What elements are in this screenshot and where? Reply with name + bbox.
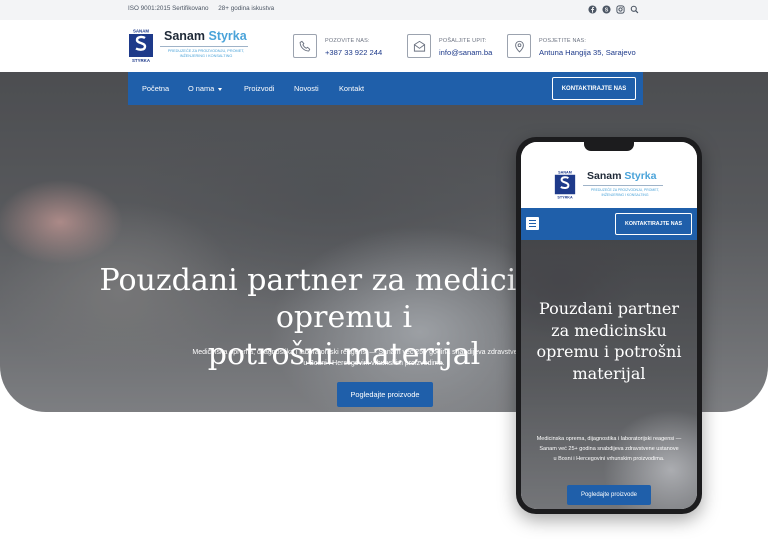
main-nav: Početna O nama Proizvodi Novosti Kontakt… [128,72,643,105]
contact-address-label: POSJETITE NAS: [539,38,587,44]
top-bar: ISO 9001:2015 Sertifikovano 28+ godina i… [0,0,768,20]
certificate-text: ISO 9001:2015 Sertifikovano [128,5,209,12]
phone-mockup: SANAM STYRKA Sanam Styrka PREDUZEĆE ZA P… [516,137,702,514]
brand-name-dark: Sanam [164,29,205,43]
location-icon [507,34,531,58]
phone-notch [584,142,634,151]
mobile-hero-title: Pouzdani partner za medicinsku opremu i … [536,299,682,383]
mobile-brand-name-dark: Sanam [587,170,622,182]
svg-text:S: S [605,7,609,13]
mobile-logo-bottom-text: STYRKA [557,195,573,199]
phone-screen: SANAM STYRKA Sanam Styrka PREDUZEĆE ZA P… [521,142,697,509]
contact-us-button[interactable]: KONTAKTIRAJTE NAS [552,77,636,100]
top-bar-meta: ISO 9001:2015 Sertifikovano 28+ godina i… [128,5,282,12]
nav-item-o-nama-label: O nama [188,84,215,93]
stage: ISO 9001:2015 Sertifikovano 28+ godina i… [0,0,768,539]
search-icon[interactable] [630,5,639,14]
logo-top-text: SANAM [133,29,149,34]
nav-item-novosti[interactable]: Novosti [294,84,319,93]
instagram-icon[interactable] [616,5,625,14]
phone-icon [293,34,317,58]
mobile-brand-tagline: PREDUZEĆE ZA PROIZVODNJU, PROMET, INŽENJ… [590,188,660,197]
mobile-nav: KONTAKTIRAJTE NAS [521,208,697,240]
mobile-contact-us-button[interactable]: KONTAKTIRAJTE NAS [615,213,692,235]
mobile-hero-subtitle-line-1: Medicinska oprema, dijagnostika i labora… [536,436,682,452]
contact-email-value[interactable]: info@sanam.ba [439,48,492,57]
mobile-logo-top-text: SANAM [558,171,572,175]
mobile-brand-name[interactable]: Sanam Styrka [587,170,656,182]
hamburger-menu-icon[interactable] [526,217,539,230]
nav-item-pocetna[interactable]: Početna [142,84,169,93]
nav-item-kontakt[interactable]: Kontakt [339,84,364,93]
mobile-header: SANAM STYRKA Sanam Styrka PREDUZEĆE ZA P… [521,142,697,208]
mobile-hero-subtitle: Medicinska oprema, dijagnostika i labora… [531,434,687,464]
mobile-view-products-button[interactable]: Pogledajte proizvode [567,485,651,505]
brand-divider [160,46,248,47]
skype-icon[interactable]: S [602,5,611,14]
mail-icon [407,34,431,58]
mobile-hero: Pouzdani partner za medicinsku opremu i … [521,240,697,509]
brand-tagline: PREDUZEĆE ZA PROIZVODNJU, PROMET, INŽENJ… [167,49,245,58]
contact-address-value[interactable]: Antuna Hangija 35, Sarajevo [539,48,636,57]
contact-phone-value[interactable]: +387 33 922 244 [325,48,382,57]
logo-icon[interactable]: SANAM STYRKA [128,28,154,63]
nav-item-o-nama[interactable]: O nama [188,84,223,93]
mobile-brand-name-light: Styrka [624,170,657,182]
brand-name-light: Styrka [208,29,247,43]
facebook-icon[interactable] [588,5,597,14]
contact-email-label: POŠALJITE UPIT: [439,38,487,44]
contact-phone-label: POZOVITE NAS: [325,38,370,44]
mobile-hero-subtitle-line-2: u Bosni i Hercegovini vrhunskim proizvod… [553,456,665,462]
view-products-button[interactable]: Pogledajte proizvode [337,382,433,407]
nav-item-proizvodi[interactable]: Proizvodi [244,84,274,93]
mobile-logo-icon[interactable]: SANAM STYRKA [554,169,576,200]
site-header: SANAM STYRKA Sanam Styrka PREDUZEĆE ZA P… [0,20,768,72]
experience-text: 28+ godina iskustva [218,5,275,12]
brand-name[interactable]: Sanam Styrka [164,29,247,43]
social-links: S [588,5,639,14]
logo-bottom-text: STYRKA [132,58,151,63]
mobile-brand-divider [583,185,663,186]
chevron-down-icon [218,87,223,91]
